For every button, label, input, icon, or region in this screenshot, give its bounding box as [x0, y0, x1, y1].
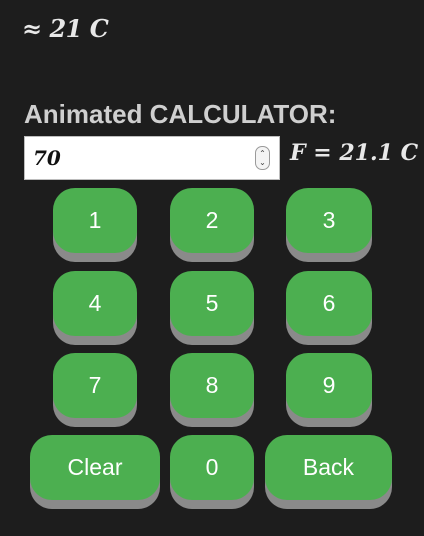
key-7-button[interactable]: 7 — [53, 353, 137, 418]
fahrenheit-input[interactable] — [25, 137, 247, 179]
spinner-up-icon[interactable]: ⌃ — [259, 149, 266, 158]
key-2-button[interactable]: 2 — [170, 188, 254, 253]
key-5-button[interactable]: 5 — [170, 271, 254, 336]
key-3-button[interactable]: 3 — [286, 188, 372, 253]
key-8-button[interactable]: 8 — [170, 353, 254, 418]
conversion-result: F = 21.1 C — [290, 140, 419, 166]
spinner-down-icon[interactable]: ⌄ — [259, 158, 266, 167]
number-input-container: ⌃ ⌄ — [24, 136, 280, 180]
key-9-button[interactable]: 9 — [286, 353, 372, 418]
approx-temperature-reading: ≈ 21 C — [22, 14, 109, 43]
calculator-title: Animated CALCULATOR: — [24, 99, 337, 129]
back-button[interactable]: Back — [265, 435, 392, 500]
key-1-button[interactable]: 1 — [53, 188, 137, 253]
clear-button[interactable]: Clear — [30, 435, 160, 500]
key-0-button[interactable]: 0 — [170, 435, 254, 500]
key-6-button[interactable]: 6 — [286, 271, 372, 336]
key-4-button[interactable]: 4 — [53, 271, 137, 336]
number-spinner[interactable]: ⌃ ⌄ — [255, 146, 270, 170]
